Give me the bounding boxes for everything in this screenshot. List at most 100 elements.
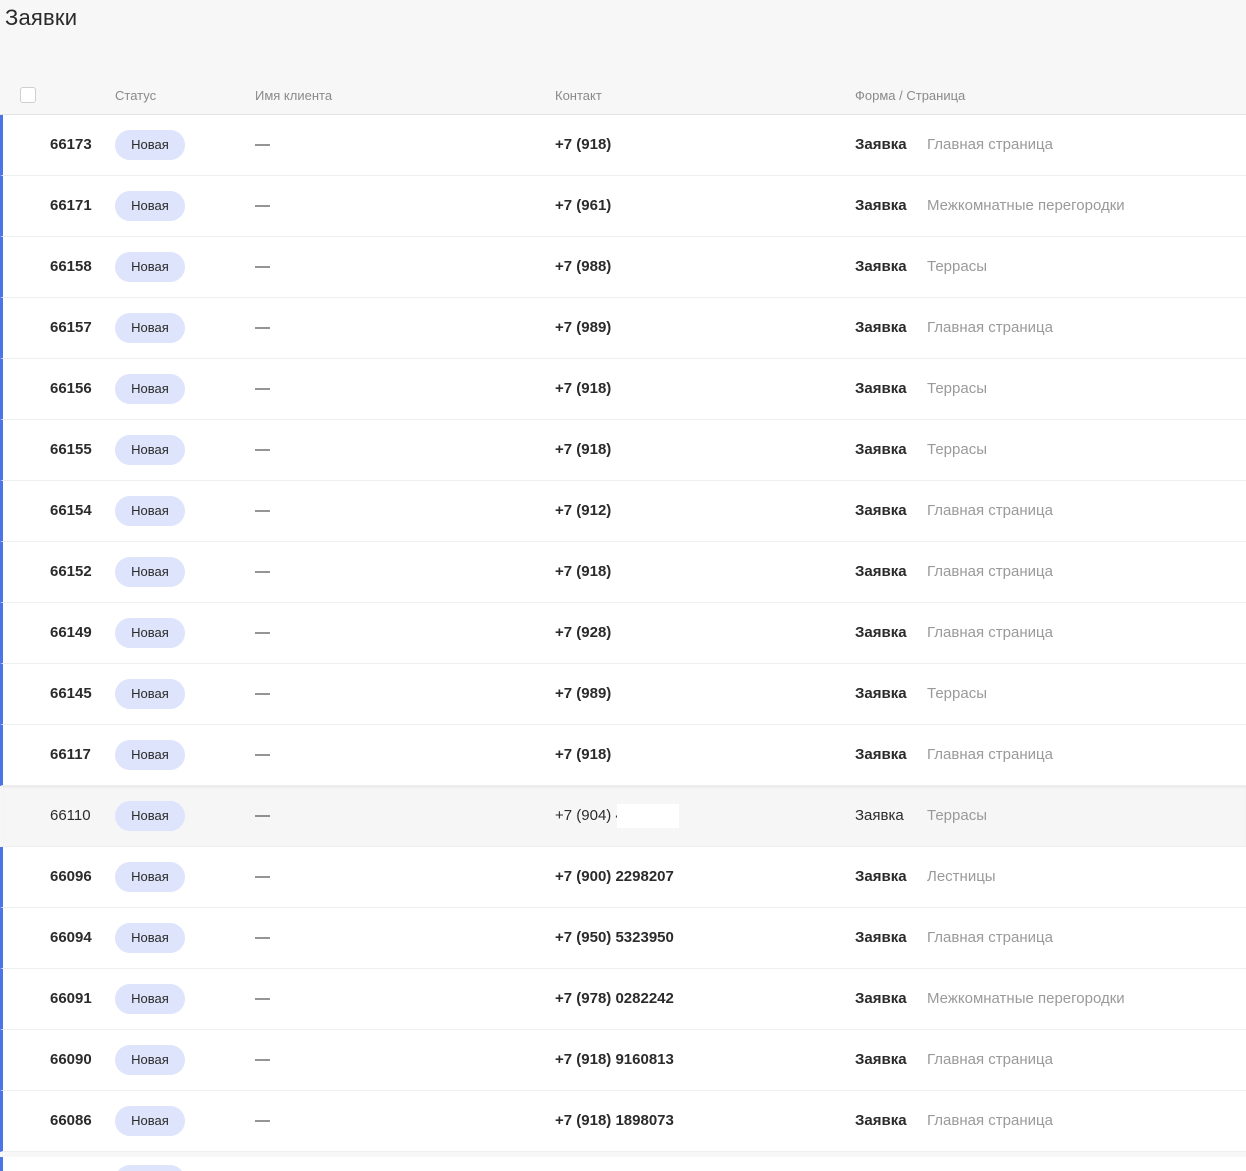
contact-phone[interactable]: +7 (912) 8	[555, 502, 624, 519]
request-id: 66157	[50, 319, 92, 336]
contact-phone[interactable]: +7 (928)	[555, 624, 611, 641]
table-row[interactable]: 66091 Новая — +7 (978) 0282242 Заявка Межкомн…	[0, 969, 1246, 1030]
request-id: 66152	[50, 563, 92, 580]
form-name: Заявка	[855, 868, 907, 885]
status-badge[interactable]: Новая	[115, 1106, 185, 1136]
form-name: Заявка	[855, 624, 907, 641]
redaction-mask	[615, 682, 681, 706]
table-row[interactable]: 66156 Новая — +7 (918) 38 Заявка Террасы	[0, 359, 1246, 420]
contact-phone[interactable]: +7 (918)	[555, 746, 611, 763]
table-row[interactable]: 66158 Новая — +7 (988) 4 Заявка Террасы	[0, 237, 1246, 298]
status-badge[interactable]: Новая	[115, 1045, 185, 1075]
client-name: —	[255, 868, 270, 885]
table-row[interactable]: 66173 Новая — +7 (918) 12 Заявка Главная стра…	[0, 115, 1246, 176]
redaction-mask	[615, 194, 681, 218]
status-badge[interactable]: Новая	[115, 374, 185, 404]
status-badge[interactable]: Новая	[115, 252, 185, 282]
table-row[interactable]: 66096 Новая — +7 (900) 2298207 Заявка Лестниц…	[0, 847, 1246, 908]
column-header-contact[interactable]: Контакт	[555, 88, 602, 103]
form-name: Заявка	[855, 746, 907, 763]
status-badge[interactable]: Новая	[115, 679, 185, 709]
status-badge[interactable]: Новая	[115, 191, 185, 221]
status-badge[interactable]: Новая	[115, 801, 185, 831]
request-id: 66086	[50, 1112, 92, 1129]
form-name: Заявка	[855, 685, 907, 702]
contact-phone[interactable]: +7 (918) 9160813	[555, 1051, 674, 1068]
contact-phone[interactable]: +7 (900) 2298207	[555, 868, 674, 885]
table-header: Статус Имя клиента Контакт Форма / Стран…	[0, 76, 1246, 115]
page-name: Главная страница	[927, 563, 1053, 580]
page-name: Межкомнатные перегородки	[927, 197, 1125, 214]
client-name: —	[255, 929, 270, 946]
status-badge	[115, 1165, 185, 1171]
redaction-mask	[615, 560, 681, 584]
request-id: 66096	[50, 868, 92, 885]
contact-phone[interactable]: +7 (961)	[555, 197, 611, 214]
status-badge[interactable]: Новая	[115, 130, 185, 160]
status-badge[interactable]: Новая	[115, 435, 185, 465]
page-name: Террасы	[927, 685, 987, 702]
table-row[interactable]: 66171 Новая — +7 (961) Заявка Межкомнатные пе…	[0, 176, 1246, 237]
table-row[interactable]: 66117 Новая — +7 (918) Заявка Главная страниц…	[0, 725, 1246, 786]
redaction-mask	[617, 804, 679, 828]
redaction-mask	[615, 499, 681, 523]
redaction-mask	[615, 621, 681, 645]
form-name: Заявка	[855, 502, 907, 519]
table-row[interactable]: 66149 Новая — +7 (928) Заявка Главная страниц…	[0, 603, 1246, 664]
contact-phone[interactable]: +7 (950) 5323950	[555, 929, 674, 946]
contact-phone[interactable]: +7 (904) 4	[555, 807, 624, 824]
table-row[interactable]	[0, 1157, 1246, 1171]
select-all-checkbox[interactable]	[20, 87, 36, 103]
status-badge[interactable]: Новая	[115, 313, 185, 343]
status-badge[interactable]: Новая	[115, 923, 185, 953]
client-name: —	[255, 258, 270, 275]
client-name: —	[255, 380, 270, 397]
client-name: —	[255, 1051, 270, 1068]
table-row[interactable]: 66094 Новая — +7 (950) 5323950 Заявка Главная…	[0, 908, 1246, 969]
table-row[interactable]: 66152 Новая — +7 (918) Заявка Главная страниц…	[0, 542, 1246, 603]
form-name: Заявка	[855, 380, 907, 397]
request-id: 66145	[50, 685, 92, 702]
table-row[interactable]: 66110 Новая — +7 (904) 4 Заявка Террасы	[0, 786, 1246, 847]
request-id: 66091	[50, 990, 92, 1007]
form-name: Заявка	[855, 258, 907, 275]
column-header-status[interactable]: Статус	[115, 88, 156, 103]
status-badge[interactable]: Новая	[115, 862, 185, 892]
status-badge[interactable]: Новая	[115, 618, 185, 648]
redaction-mask	[615, 743, 681, 767]
contact-phone[interactable]: +7 (989)	[555, 685, 611, 702]
page-name: Главная страница	[927, 319, 1053, 336]
status-badge[interactable]: Новая	[115, 984, 185, 1014]
contact-phone[interactable]: +7 (918) 1898073	[555, 1112, 674, 1129]
contact-phone[interactable]: +7 (988) 4	[555, 258, 624, 275]
request-id: 66155	[50, 441, 92, 458]
table-row[interactable]: 66145 Новая — +7 (989) Заявка Террасы	[0, 664, 1246, 725]
page-name: Террасы	[927, 441, 987, 458]
page-name: Террасы	[927, 258, 987, 275]
table-row[interactable]: 66086 Новая — +7 (918) 1898073 Заявка Главная…	[0, 1091, 1246, 1152]
client-name: —	[255, 502, 270, 519]
client-name: —	[255, 197, 270, 214]
page-name: Главная страница	[927, 136, 1053, 153]
column-header-client[interactable]: Имя клиента	[255, 88, 332, 103]
table-row[interactable]: 66157 Новая — +7 (989) 85 Заявка Главная стра…	[0, 298, 1246, 359]
table-row[interactable]: 66090 Новая — +7 (918) 9160813 Заявка Главная…	[0, 1030, 1246, 1091]
column-header-form-page[interactable]: Форма / Страница	[855, 88, 965, 103]
status-badge[interactable]: Новая	[115, 496, 185, 526]
redaction-mask	[615, 255, 681, 279]
page-name: Террасы	[927, 807, 987, 824]
table-row[interactable]: 66155 Новая — +7 (918) 18 Заявка Террасы	[0, 420, 1246, 481]
form-name: Заявка	[855, 319, 907, 336]
status-badge[interactable]: Новая	[115, 740, 185, 770]
page-name: Террасы	[927, 380, 987, 397]
contact-phone[interactable]: +7 (978) 0282242	[555, 990, 674, 1007]
redaction-mask	[615, 377, 681, 401]
contact-phone[interactable]: +7 (918)	[555, 563, 611, 580]
table-row[interactable]: 66154 Новая — +7 (912) 8 Заявка Главная стран…	[0, 481, 1246, 542]
status-badge[interactable]: Новая	[115, 557, 185, 587]
request-id: 66156	[50, 380, 92, 397]
form-name: Заявка	[855, 929, 907, 946]
page-name: Главная страница	[927, 746, 1053, 763]
client-name: —	[255, 624, 270, 641]
form-name: Заявка	[855, 1051, 907, 1068]
